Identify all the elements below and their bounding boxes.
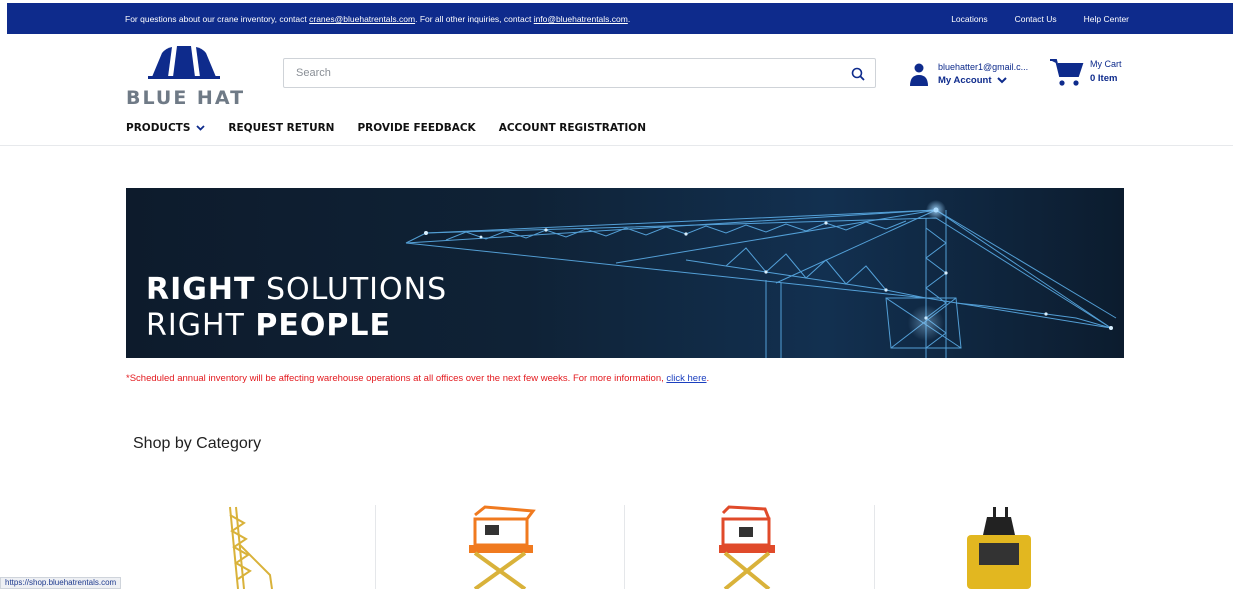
nav-account-registration[interactable]: ACCOUNT REGISTRATION	[499, 122, 646, 134]
my-account-label: My Account	[938, 75, 992, 86]
notice-click-here-link[interactable]: click here	[666, 373, 706, 384]
contact-message-middle: . For all other inquiries, contact	[415, 14, 534, 24]
nav-divider	[0, 145, 1233, 146]
nav-request-return[interactable]: REQUEST RETURN	[228, 122, 334, 134]
cranes-email-link[interactable]: cranes@bluehatrentals.com	[309, 14, 415, 24]
account-email: bluehatter1@gmail.c...	[938, 62, 1029, 72]
contact-message-prefix: For questions about our crane inventory,…	[125, 14, 310, 24]
inventory-notice: *Scheduled annual inventory will be affe…	[126, 373, 709, 384]
blue-hat-logo[interactable]: BLUE HAT	[126, 45, 250, 109]
contact-message: For questions about our crane inventory,…	[125, 14, 630, 24]
hero-banner[interactable]: RIGHT SOLUTIONS RIGHT PEOPLE	[126, 188, 1124, 358]
banner-line-2-bold: PEOPLE	[255, 308, 391, 343]
cart-icon	[1050, 59, 1084, 86]
top-links: Locations Contact Us Help Center	[924, 14, 1129, 24]
hard-hat-icon	[148, 46, 220, 79]
search-icon[interactable]	[851, 67, 865, 81]
crane-icon	[229, 506, 274, 589]
inventory-notice-text: *Scheduled annual inventory will be affe…	[126, 373, 667, 384]
category-grid	[126, 505, 1124, 589]
contact-us-link[interactable]: Contact Us	[1015, 14, 1057, 24]
nav-products[interactable]: PRODUCTS	[126, 122, 206, 134]
cart-count: 0 Item	[1090, 73, 1118, 84]
cart-button[interactable]: My Cart 0 Item	[1050, 55, 1140, 91]
inventory-notice-suffix: .	[706, 373, 710, 384]
scissor-lift-icon	[468, 505, 536, 589]
main-nav: PRODUCTS REQUEST RETURN PROVIDE FEEDBACK…	[126, 122, 669, 134]
contact-message-suffix: .	[627, 14, 631, 24]
info-email-link[interactable]: info@bluehatrentals.com	[534, 14, 628, 24]
locations-link[interactable]: Locations	[951, 14, 987, 24]
user-icon	[910, 63, 928, 86]
shop-by-category-heading: Shop by Category	[133, 435, 262, 452]
banner-line-1: RIGHT SOLUTIONS	[146, 272, 447, 307]
chevron-down-icon	[997, 77, 1007, 84]
my-account-dropdown[interactable]: My Account	[938, 75, 1007, 86]
banner-line-1-thin: SOLUTIONS	[255, 272, 448, 307]
help-center-link[interactable]: Help Center	[1084, 14, 1129, 24]
chevron-down-icon	[196, 125, 206, 131]
nav-provide-feedback[interactable]: PROVIDE FEEDBACK	[357, 122, 475, 134]
category-card-crane[interactable]	[126, 505, 376, 589]
banner-line-2: RIGHT PEOPLE	[146, 308, 391, 343]
account-menu[interactable]: bluehatter1@gmail.c... My Account	[910, 60, 1040, 90]
browser-status-url: https://shop.bluehatrentals.com	[0, 577, 122, 589]
search-box	[283, 58, 876, 88]
compact-loader-icon	[967, 507, 1032, 589]
nav-products-label: PRODUCTS	[126, 122, 191, 134]
category-card-scissor-lift-2[interactable]	[625, 505, 875, 589]
top-info-bar: For questions about our crane inventory,…	[7, 3, 1233, 34]
banner-line-1-bold: RIGHT	[146, 272, 256, 307]
cart-label: My Cart	[1090, 59, 1122, 69]
banner-line-2-thin: RIGHT	[146, 308, 256, 343]
search-input[interactable]	[284, 59, 834, 87]
category-card-scissor-lift[interactable]	[376, 505, 625, 589]
category-card-compact-loader[interactable]	[875, 505, 1124, 589]
logo-wordmark: BLUE HAT	[126, 87, 246, 109]
scissor-lift-icon	[719, 505, 776, 589]
